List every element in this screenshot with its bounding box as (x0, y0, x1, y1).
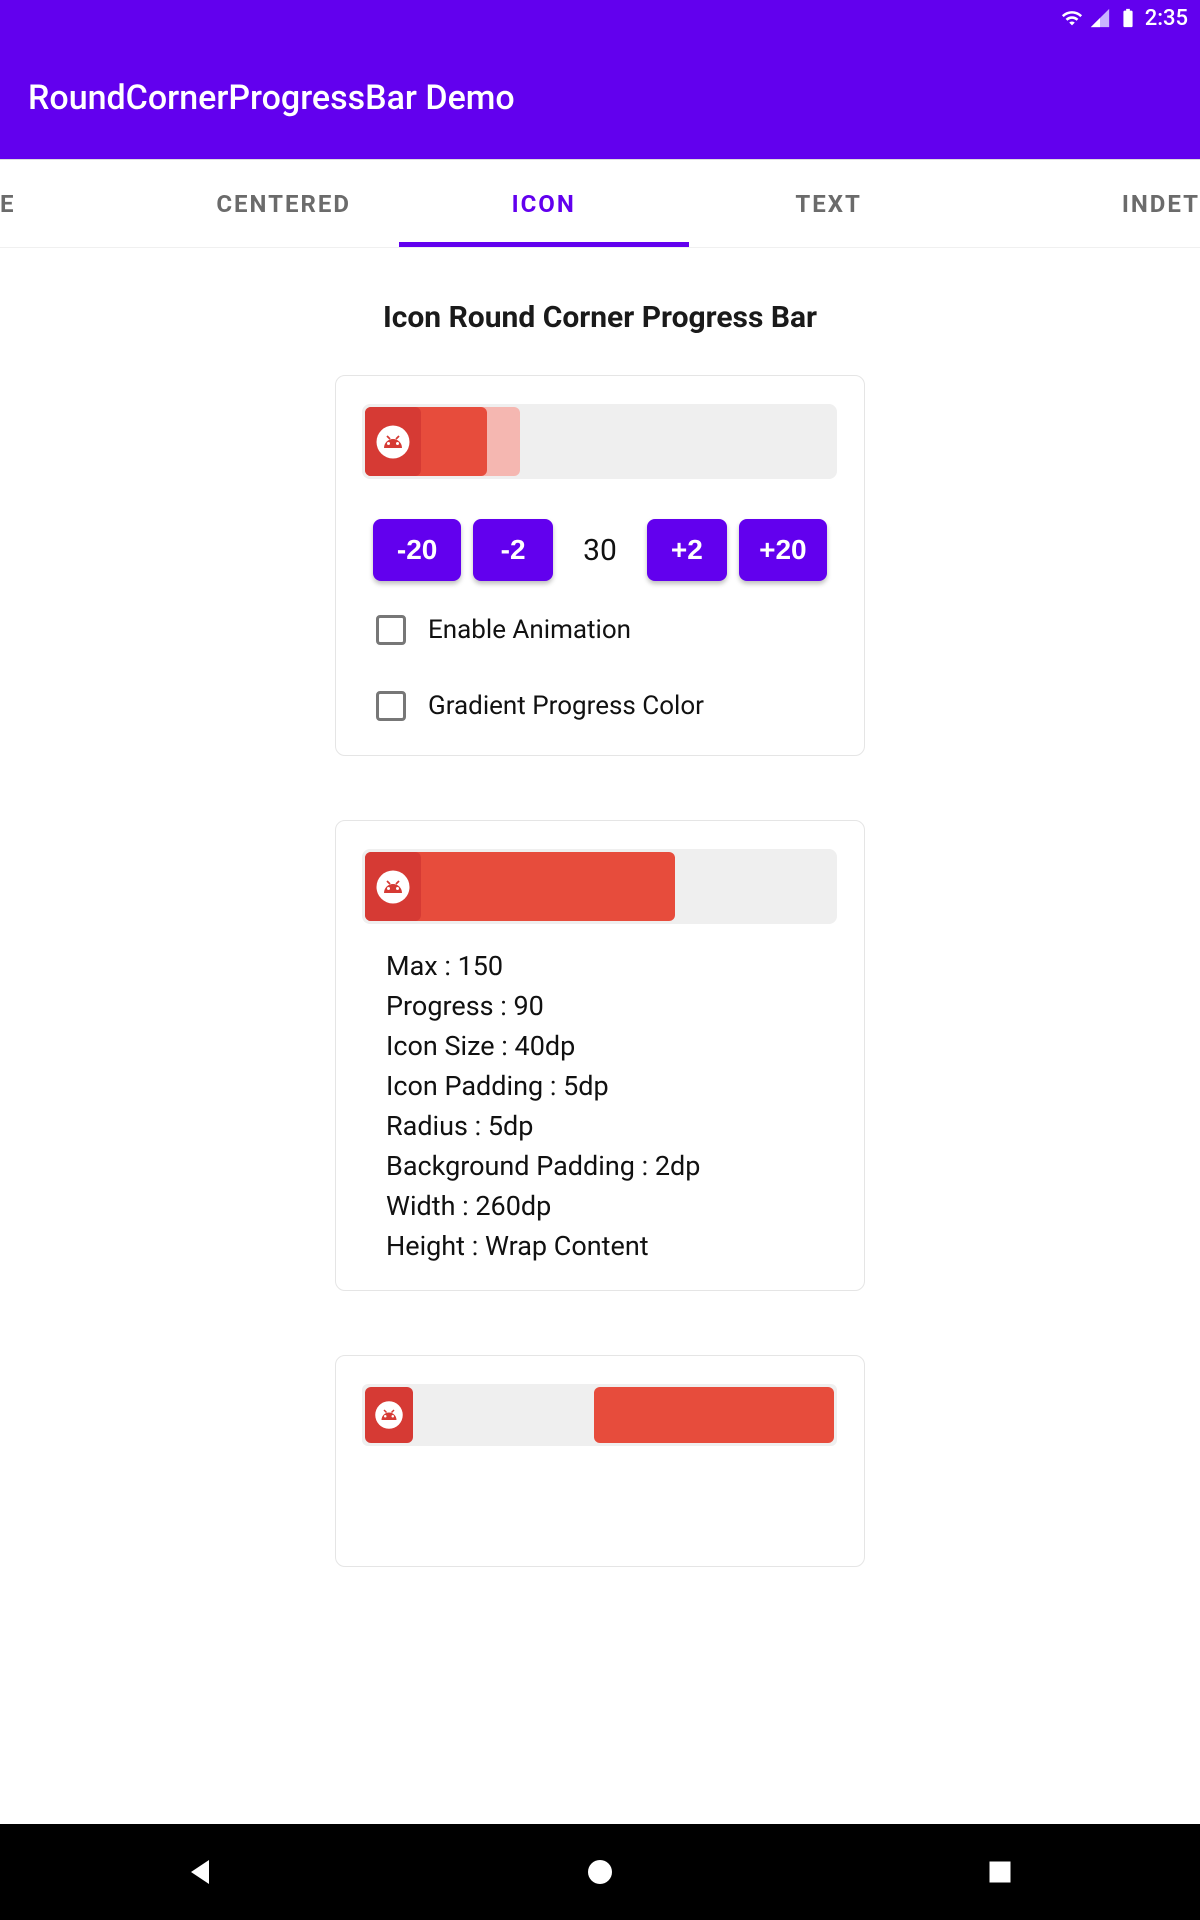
spec-radius: Radius : 5dp (386, 1110, 838, 1142)
progress-icon-box (365, 407, 421, 476)
signal-icon (1089, 7, 1111, 29)
android-icon (375, 424, 411, 460)
app-bar: RoundCornerProgressBar Demo (0, 36, 1200, 160)
card-spec-1: Max : 150 Progress : 90 Icon Size : 40dp… (335, 820, 865, 1291)
app-title: RoundCornerProgressBar Demo (28, 78, 515, 118)
enable-animation-row[interactable]: Enable Animation (362, 615, 838, 645)
spec-list: Max : 150 Progress : 90 Icon Size : 40dp… (362, 950, 838, 1262)
system-nav-bar (0, 1824, 1200, 1920)
wifi-icon (1061, 7, 1083, 29)
battery-icon (1117, 7, 1139, 29)
status-bar: 2:35 (0, 0, 1200, 36)
gradient-color-label: Gradient Progress Color (428, 691, 704, 721)
gradient-color-checkbox[interactable] (376, 691, 406, 721)
nav-recent-icon[interactable] (982, 1854, 1018, 1890)
progress-icon-box (365, 1387, 413, 1443)
content-area: Icon Round Corner Progress Bar -20 -2 30… (0, 248, 1200, 1824)
nav-home-icon[interactable] (582, 1854, 618, 1890)
progress-bar-1 (362, 404, 837, 479)
tab-bar: E CENTERED ICON TEXT INDET (0, 160, 1200, 248)
spec-max: Max : 150 (386, 950, 838, 982)
tab-text[interactable]: TEXT (689, 160, 969, 247)
android-icon (375, 869, 411, 905)
tab-icon[interactable]: ICON (399, 160, 689, 247)
spec-width: Width : 260dp (386, 1190, 838, 1222)
progress-icon-box (365, 852, 421, 921)
stepper-button-row: -20 -2 30 +2 +20 (362, 519, 838, 581)
enable-animation-label: Enable Animation (428, 615, 631, 645)
spec-height: Height : Wrap Content (386, 1230, 838, 1262)
nav-back-icon[interactable] (182, 1854, 218, 1890)
minus-2-button[interactable]: -2 (473, 519, 553, 581)
tab-partial-left[interactable]: E (0, 160, 36, 247)
progress-bar-2 (362, 849, 837, 924)
card-spec-2 (335, 1355, 865, 1567)
status-time: 2:35 (1145, 6, 1188, 31)
spec-bg-padding: Background Padding : 2dp (386, 1150, 838, 1182)
progress-primary-fill (594, 1387, 834, 1443)
tab-centered[interactable]: CENTERED (169, 160, 399, 247)
spec-icon-padding: Icon Padding : 5dp (386, 1070, 838, 1102)
plus-2-button[interactable]: +2 (647, 519, 727, 581)
spec-progress: Progress : 90 (386, 990, 838, 1022)
card-interactive-demo: -20 -2 30 +2 +20 Enable Animation Gradie… (335, 375, 865, 756)
spec-icon-size: Icon Size : 40dp (386, 1030, 838, 1062)
page-title: Icon Round Corner Progress Bar (383, 300, 817, 335)
tab-partial-right[interactable]: INDET (1102, 160, 1200, 247)
enable-animation-checkbox[interactable] (376, 615, 406, 645)
progress-value: 30 (565, 533, 635, 568)
plus-20-button[interactable]: +20 (739, 519, 827, 581)
progress-bar-3 (362, 1384, 837, 1446)
gradient-color-row[interactable]: Gradient Progress Color (362, 691, 838, 721)
minus-20-button[interactable]: -20 (373, 519, 461, 581)
android-icon (374, 1400, 404, 1430)
